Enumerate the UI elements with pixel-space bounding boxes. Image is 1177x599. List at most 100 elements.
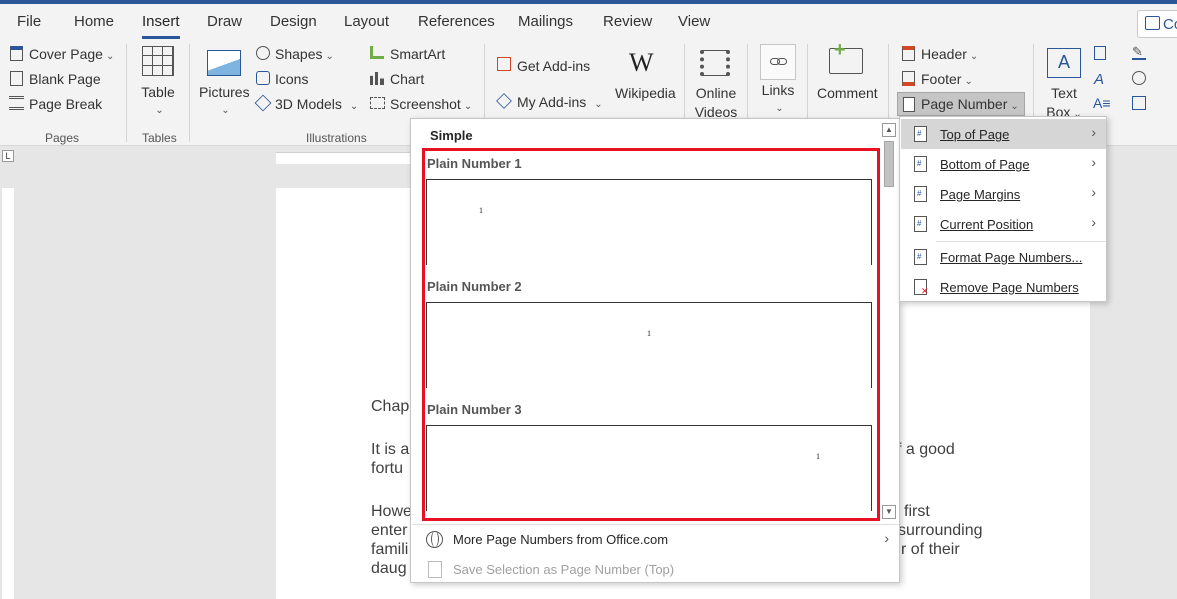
tab-review[interactable]: Review xyxy=(603,13,652,30)
icons-button[interactable]: Icons xyxy=(275,71,308,87)
links-button[interactable]: Links ⌄ xyxy=(757,82,799,114)
tab-mailings[interactable]: Mailings xyxy=(518,13,573,30)
my-addins-button[interactable]: My Add-ins ⌄ xyxy=(517,94,603,110)
header-icon xyxy=(902,46,915,61)
menu-item-remove-page-numbers[interactable]: Remove Page Numbers xyxy=(901,272,1106,302)
online-videos-label-line1: Online xyxy=(695,85,737,101)
chevron-down-icon: ⌄ xyxy=(1010,101,1019,112)
divider xyxy=(412,524,899,525)
text-box-icon: A xyxy=(1047,48,1081,78)
online-videos-button[interactable]: Online Videos xyxy=(692,84,740,122)
page-number-icon xyxy=(903,97,915,112)
cover-page-icon xyxy=(10,46,23,61)
online-videos-icon xyxy=(700,50,730,76)
menu-item-page-margins[interactable]: Page Margins › xyxy=(901,179,1106,209)
page-number-label-wrap: Page Number ⌄ xyxy=(921,96,1019,112)
doc-text-line: f a good xyxy=(897,441,955,458)
header-button[interactable]: Header ⌄ xyxy=(921,46,978,62)
comments-button-label: Co xyxy=(1163,16,1177,33)
cover-page-button[interactable]: Cover Page ⌄ xyxy=(29,46,114,62)
scroll-thumb[interactable] xyxy=(884,141,894,187)
globe-icon xyxy=(426,531,443,548)
doc-text-line: Howe xyxy=(371,503,412,520)
wordart-icon[interactable]: A xyxy=(1094,71,1104,88)
wikipedia-button[interactable]: Wikipedia xyxy=(615,85,676,101)
save-selection-item[interactable]: Save Selection as Page Number (Top) xyxy=(412,556,899,584)
menu-item-label: Top of Page xyxy=(940,127,1010,142)
footer-button[interactable]: Footer ⌄ xyxy=(921,71,973,87)
tab-layout[interactable]: Layout xyxy=(344,13,389,30)
group-label-illustrations: Illustrations xyxy=(306,131,367,145)
chevron-down-icon: ⌄ xyxy=(964,76,973,87)
menu-item-label: Format Page Numbers... xyxy=(940,250,1083,265)
scroll-down-icon[interactable]: ▼ xyxy=(882,505,896,519)
chevron-down-icon: ⌄ xyxy=(105,51,115,62)
3d-models-button[interactable]: 3D Models ⌄ xyxy=(275,96,358,112)
blank-page-button[interactable]: Blank Page xyxy=(29,71,101,87)
chevron-down-icon: ⌄ xyxy=(594,99,603,110)
links-label: Links xyxy=(761,82,795,98)
date-time-icon[interactable] xyxy=(1132,71,1146,85)
menu-item-top-of-page[interactable]: Top of Page › xyxy=(901,119,1106,149)
gallery-scrollbar[interactable]: ▲ ▼ xyxy=(882,123,896,519)
more-page-numbers-item[interactable]: More Page Numbers from Office.com › xyxy=(412,526,899,554)
menu-item-label: Page Margins xyxy=(940,187,1021,202)
format-page-numbers-icon xyxy=(914,249,927,265)
scroll-up-icon[interactable]: ▲ xyxy=(882,123,896,137)
shapes-button[interactable]: Shapes ⌄ xyxy=(275,46,334,62)
gallery-item-plain-number-2[interactable]: 1 xyxy=(426,302,872,388)
gallery-item-plain-number-1[interactable]: 1 xyxy=(426,179,872,265)
tab-selector[interactable]: L xyxy=(2,150,14,162)
chevron-right-icon: › xyxy=(1091,154,1096,170)
gallery-item-plain-number-3[interactable]: 1 xyxy=(426,425,872,511)
menu-item-format-page-numbers[interactable]: Format Page Numbers... xyxy=(901,242,1106,272)
group-label-pages: Pages xyxy=(45,131,80,145)
gallery-item-title: Plain Number 2 xyxy=(427,279,522,294)
text-box-label-line1: Text xyxy=(1051,85,1077,101)
drop-cap-icon[interactable]: A≡ xyxy=(1093,95,1111,111)
doc-text-line: r of their xyxy=(901,541,960,558)
ribbon-tabs: File Home Insert Draw Design Layout Refe… xyxy=(0,4,1177,40)
screenshot-button[interactable]: Screenshot ⌄ xyxy=(390,96,472,112)
tab-insert[interactable]: Insert xyxy=(142,13,180,30)
tab-view[interactable]: View xyxy=(678,13,710,30)
horizontal-ruler[interactable] xyxy=(276,152,416,164)
table-icon xyxy=(142,46,174,76)
tab-draw[interactable]: Draw xyxy=(207,13,242,30)
smartart-button[interactable]: SmartArt xyxy=(390,46,445,62)
3d-models-icon xyxy=(254,94,272,112)
chevron-down-icon: ⌄ xyxy=(349,101,359,112)
icons-icon xyxy=(256,71,270,85)
signature-line-icon[interactable]: ✎ xyxy=(1132,45,1146,60)
get-addins-button[interactable]: Get Add-ins xyxy=(517,58,590,74)
3d-models-label: 3D Models xyxy=(275,96,342,112)
footer-icon xyxy=(902,71,915,86)
tab-home[interactable]: Home xyxy=(74,13,114,30)
smartart-icon xyxy=(370,46,384,59)
tab-references[interactable]: References xyxy=(418,13,495,30)
comments-button[interactable]: Co xyxy=(1137,10,1177,38)
screenshot-label: Screenshot xyxy=(390,96,461,112)
doc-text-line: enter xyxy=(371,522,408,539)
table-button[interactable]: Table ⌄ xyxy=(140,84,176,116)
page-break-button[interactable]: Page Break xyxy=(29,96,102,112)
shapes-icon xyxy=(256,46,270,60)
page-number-button[interactable]: Page Number ⌄ xyxy=(897,92,1025,116)
menu-item-label: Remove Page Numbers xyxy=(940,280,1079,295)
tab-design[interactable]: Design xyxy=(270,13,317,30)
menu-item-current-position[interactable]: Current Position › xyxy=(901,209,1106,239)
footer-label: Footer xyxy=(921,71,962,87)
chevron-right-icon: › xyxy=(1091,214,1096,230)
chart-button[interactable]: Chart xyxy=(390,71,424,87)
pictures-button[interactable]: Pictures ⌄ xyxy=(199,84,250,116)
quick-parts-icon[interactable] xyxy=(1094,46,1106,60)
object-icon[interactable] xyxy=(1132,96,1146,110)
chevron-right-icon: › xyxy=(1091,124,1096,140)
tab-file[interactable]: File xyxy=(17,13,41,30)
gallery-item-title: Plain Number 3 xyxy=(427,402,522,417)
group-separator xyxy=(189,44,190,142)
menu-item-bottom-of-page[interactable]: Bottom of Page › xyxy=(901,149,1106,179)
vertical-ruler[interactable] xyxy=(2,188,14,599)
header-label: Header xyxy=(921,46,967,62)
comment-button[interactable]: Comment xyxy=(817,85,878,101)
